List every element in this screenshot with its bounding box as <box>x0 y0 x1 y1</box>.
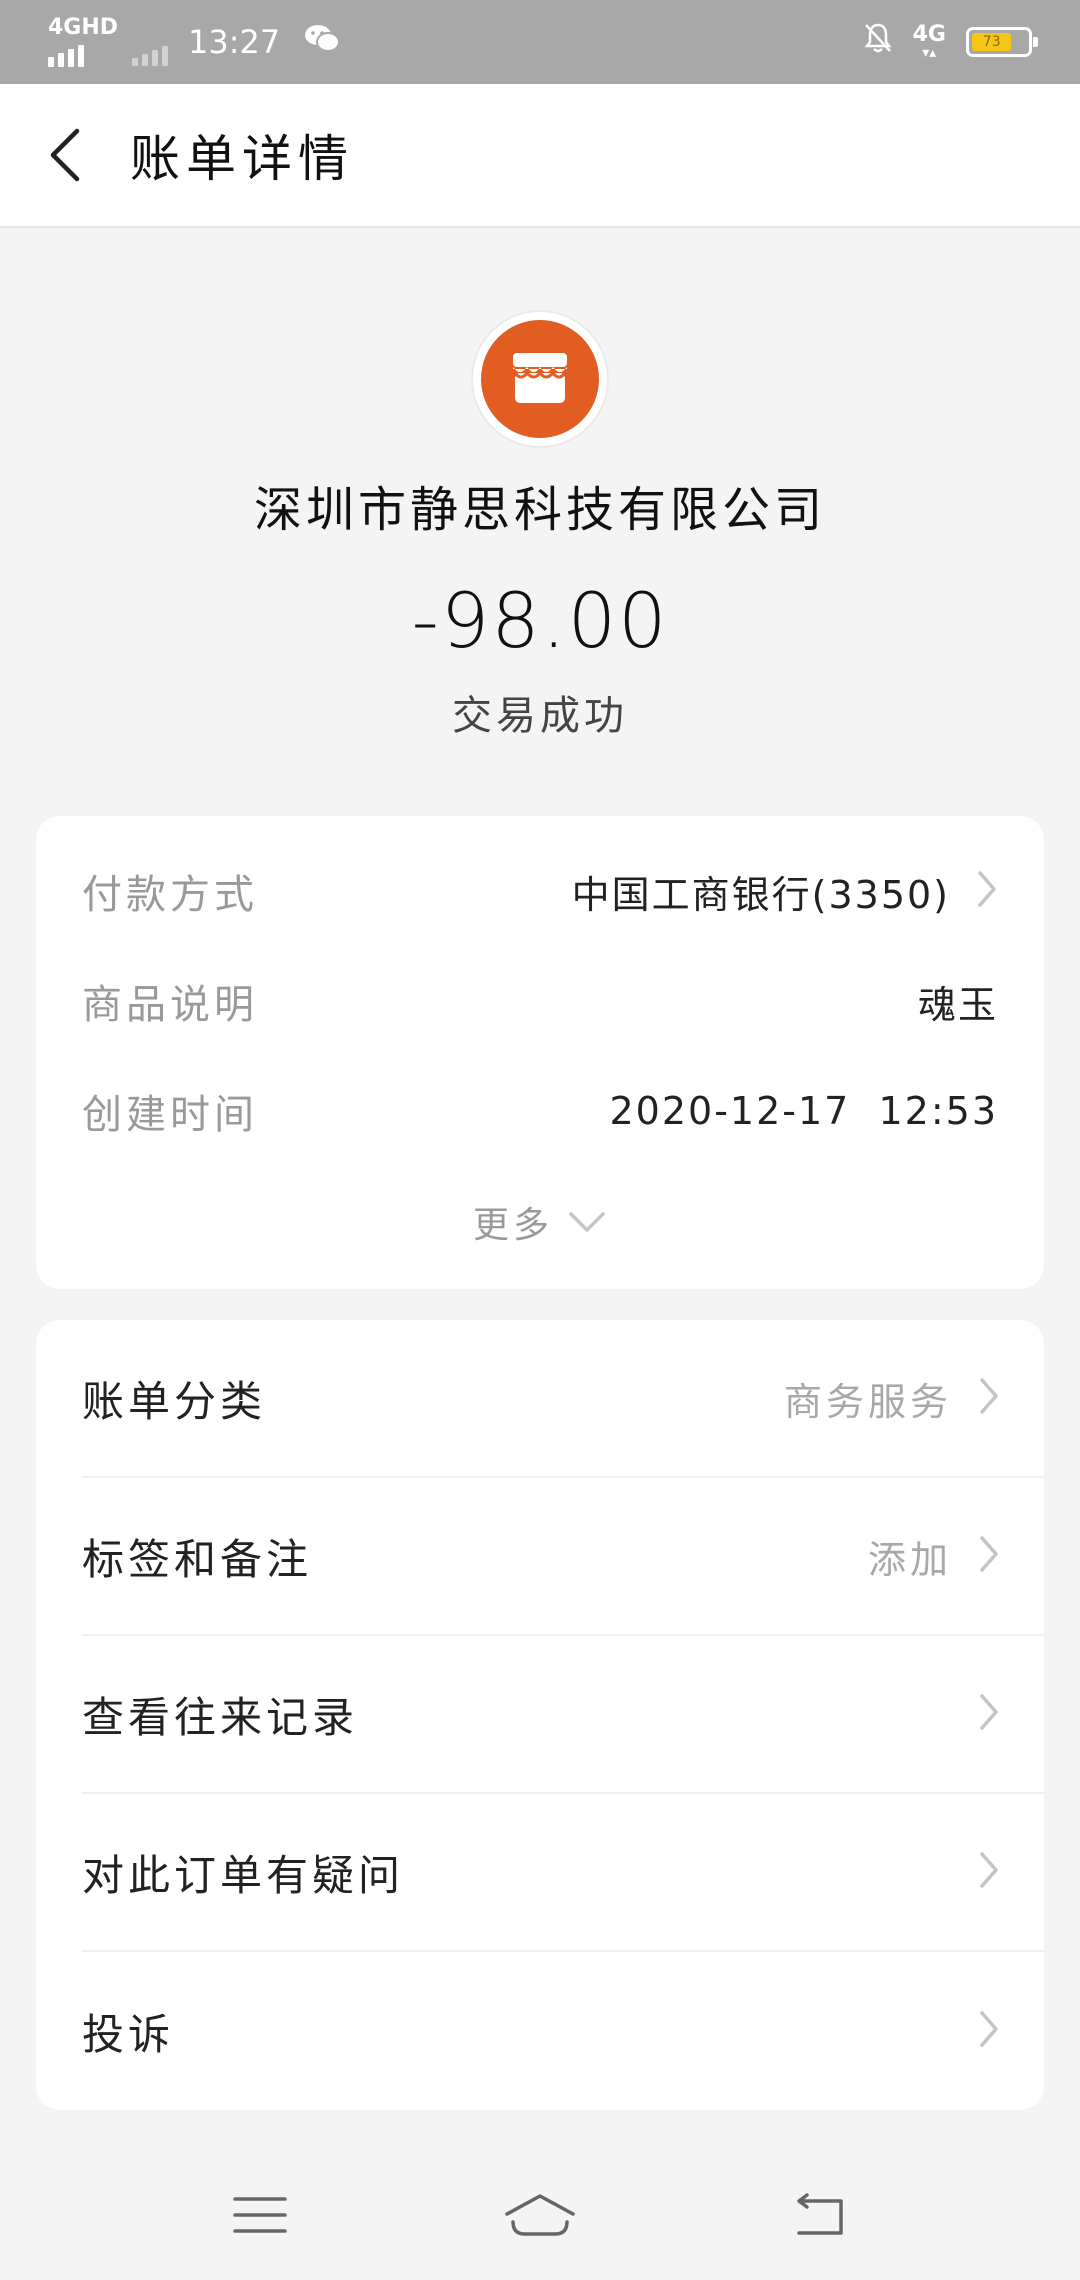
chevron-right-icon <box>978 2009 1000 2053</box>
created-time-value: 2020-12-17 12:53 <box>609 1089 998 1133</box>
network2-label: 4G <box>912 22 946 47</box>
battery-fill: 73 <box>972 33 1012 51</box>
created-time-row: 创建时间 2020-12-17 12:53 <box>36 1056 1044 1166</box>
battery-icon: 73 <box>966 27 1038 57</box>
complaint-label: 投诉 <box>82 2009 175 2059</box>
menu-icon <box>233 2197 287 2233</box>
transaction-status: 交易成功 <box>452 693 628 739</box>
chevron-down-icon <box>569 1212 605 1232</box>
return-icon <box>797 2193 843 2235</box>
chevron-right-icon <box>978 1534 1000 1578</box>
signal-icon <box>48 41 84 67</box>
product-label: 商品说明 <box>82 982 258 1028</box>
system-nav-bar <box>0 2150 1080 2280</box>
nav-bar: 账单详情 <box>0 84 1080 228</box>
menu-button[interactable] <box>200 2165 320 2265</box>
chevron-right-icon <box>978 1376 1000 1420</box>
status-time: 13:27 <box>188 23 281 61</box>
chevron-right-icon <box>978 1692 1000 1736</box>
signal-secondary-icon <box>132 40 169 66</box>
status-bar: 4GHD 13:27 4G ▾▴ 73 <box>0 0 1080 84</box>
tags-notes-value: 添加 <box>867 1537 952 1582</box>
tags-notes-row[interactable]: 标签和备注 添加 <box>82 1478 1044 1636</box>
chevron-right-icon <box>978 1850 1000 1894</box>
page-title: 账单详情 <box>130 130 354 188</box>
more-button[interactable]: 更多 <box>36 1166 1044 1278</box>
shop-icon <box>481 320 599 438</box>
mute-bell-icon <box>863 22 893 62</box>
status-bar-left: 4GHD 13:27 <box>48 17 341 67</box>
history-row[interactable]: 查看往来记录 <box>82 1636 1044 1794</box>
back-button[interactable] <box>0 83 130 227</box>
network-label: 4GHD <box>48 15 119 40</box>
chevron-right-icon <box>976 869 998 913</box>
product-row: 商品说明 魂玉 <box>36 946 1044 1056</box>
order-question-row[interactable]: 对此订单有疑问 <box>82 1794 1044 1952</box>
payment-method-row[interactable]: 付款方式 中国工商银行(3350) <box>36 836 1044 946</box>
payment-method-value: 中国工商银行(3350) <box>571 872 950 917</box>
bill-category-label: 账单分类 <box>82 1376 267 1426</box>
complaint-row[interactable]: 投诉 <box>82 1952 1044 2110</box>
transaction-amount: -98.00 <box>411 576 669 665</box>
product-value: 魂玉 <box>917 982 998 1027</box>
actions-card: 账单分类 商务服务 标签和备注 添加 查看往来记录 对此订单有疑问 投诉 <box>36 1320 1044 2110</box>
wechat-icon <box>304 23 341 61</box>
home-button[interactable] <box>480 2165 600 2265</box>
history-label: 查看往来记录 <box>82 1692 359 1742</box>
bill-category-value: 商务服务 <box>783 1379 952 1424</box>
created-time-label: 创建时间 <box>82 1092 258 1138</box>
merchant-avatar <box>473 312 607 446</box>
battery-label: 73 <box>982 34 1001 50</box>
merchant-name: 深圳市静思科技有限公司 <box>253 482 826 538</box>
merchant-header: 深圳市静思科技有限公司 -98.00 交易成功 <box>0 228 1080 808</box>
details-card: 付款方式 中国工商银行(3350) 商品说明 魂玉 创建时间 2020-12-1… <box>36 816 1044 1289</box>
home-icon <box>505 2194 575 2236</box>
network-indicator: 4GHD <box>48 17 118 67</box>
order-question-label: 对此订单有疑问 <box>82 1850 405 1900</box>
status-bar-right: 4G ▾▴ 73 <box>863 22 1038 62</box>
tags-notes-label: 标签和备注 <box>82 1534 313 1584</box>
payment-method-label: 付款方式 <box>82 872 258 918</box>
bill-category-row[interactable]: 账单分类 商务服务 <box>82 1320 1044 1478</box>
back-arrow-icon <box>50 128 80 182</box>
network2-indicator: 4G ▾▴ <box>912 22 946 61</box>
more-label: 更多 <box>472 1205 553 1246</box>
return-button[interactable] <box>760 2165 880 2265</box>
data-arrows-icon: ▾▴ <box>922 45 937 61</box>
